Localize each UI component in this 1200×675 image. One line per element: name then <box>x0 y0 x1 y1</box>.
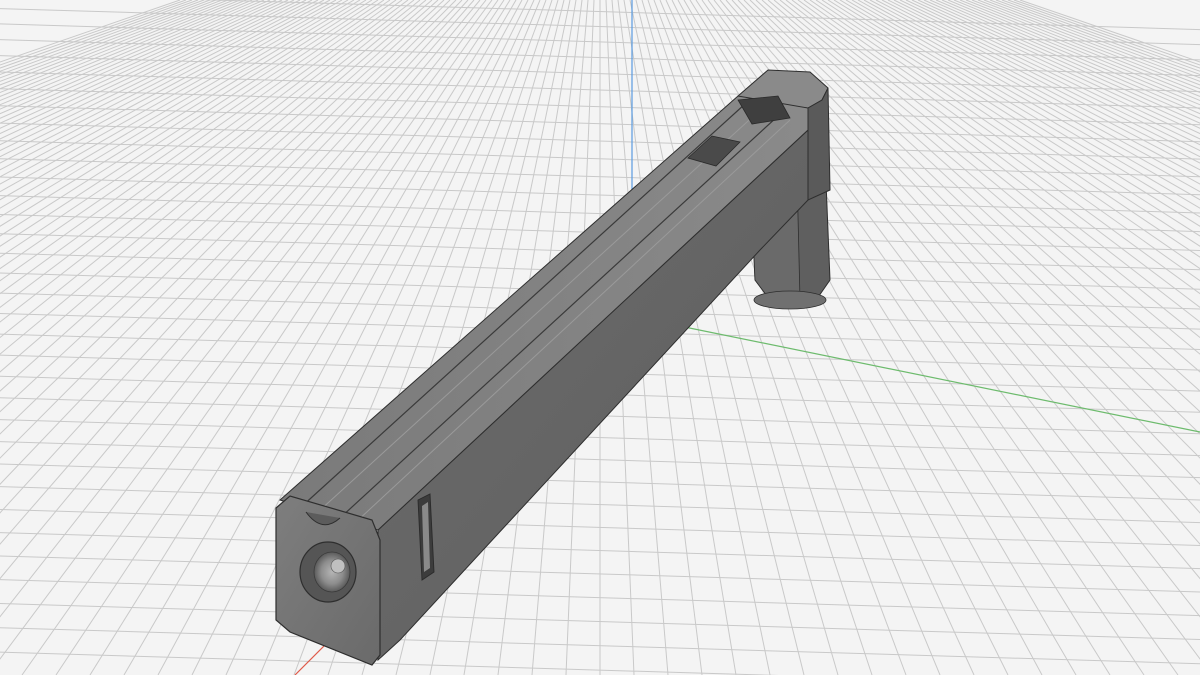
3d-viewport[interactable] <box>0 0 1200 675</box>
model-front-hole-core <box>330 558 346 574</box>
model-leg-bottom <box>753 290 827 310</box>
model-front-hole-inner <box>313 551 351 593</box>
viewport-canvas[interactable] <box>0 0 1200 675</box>
